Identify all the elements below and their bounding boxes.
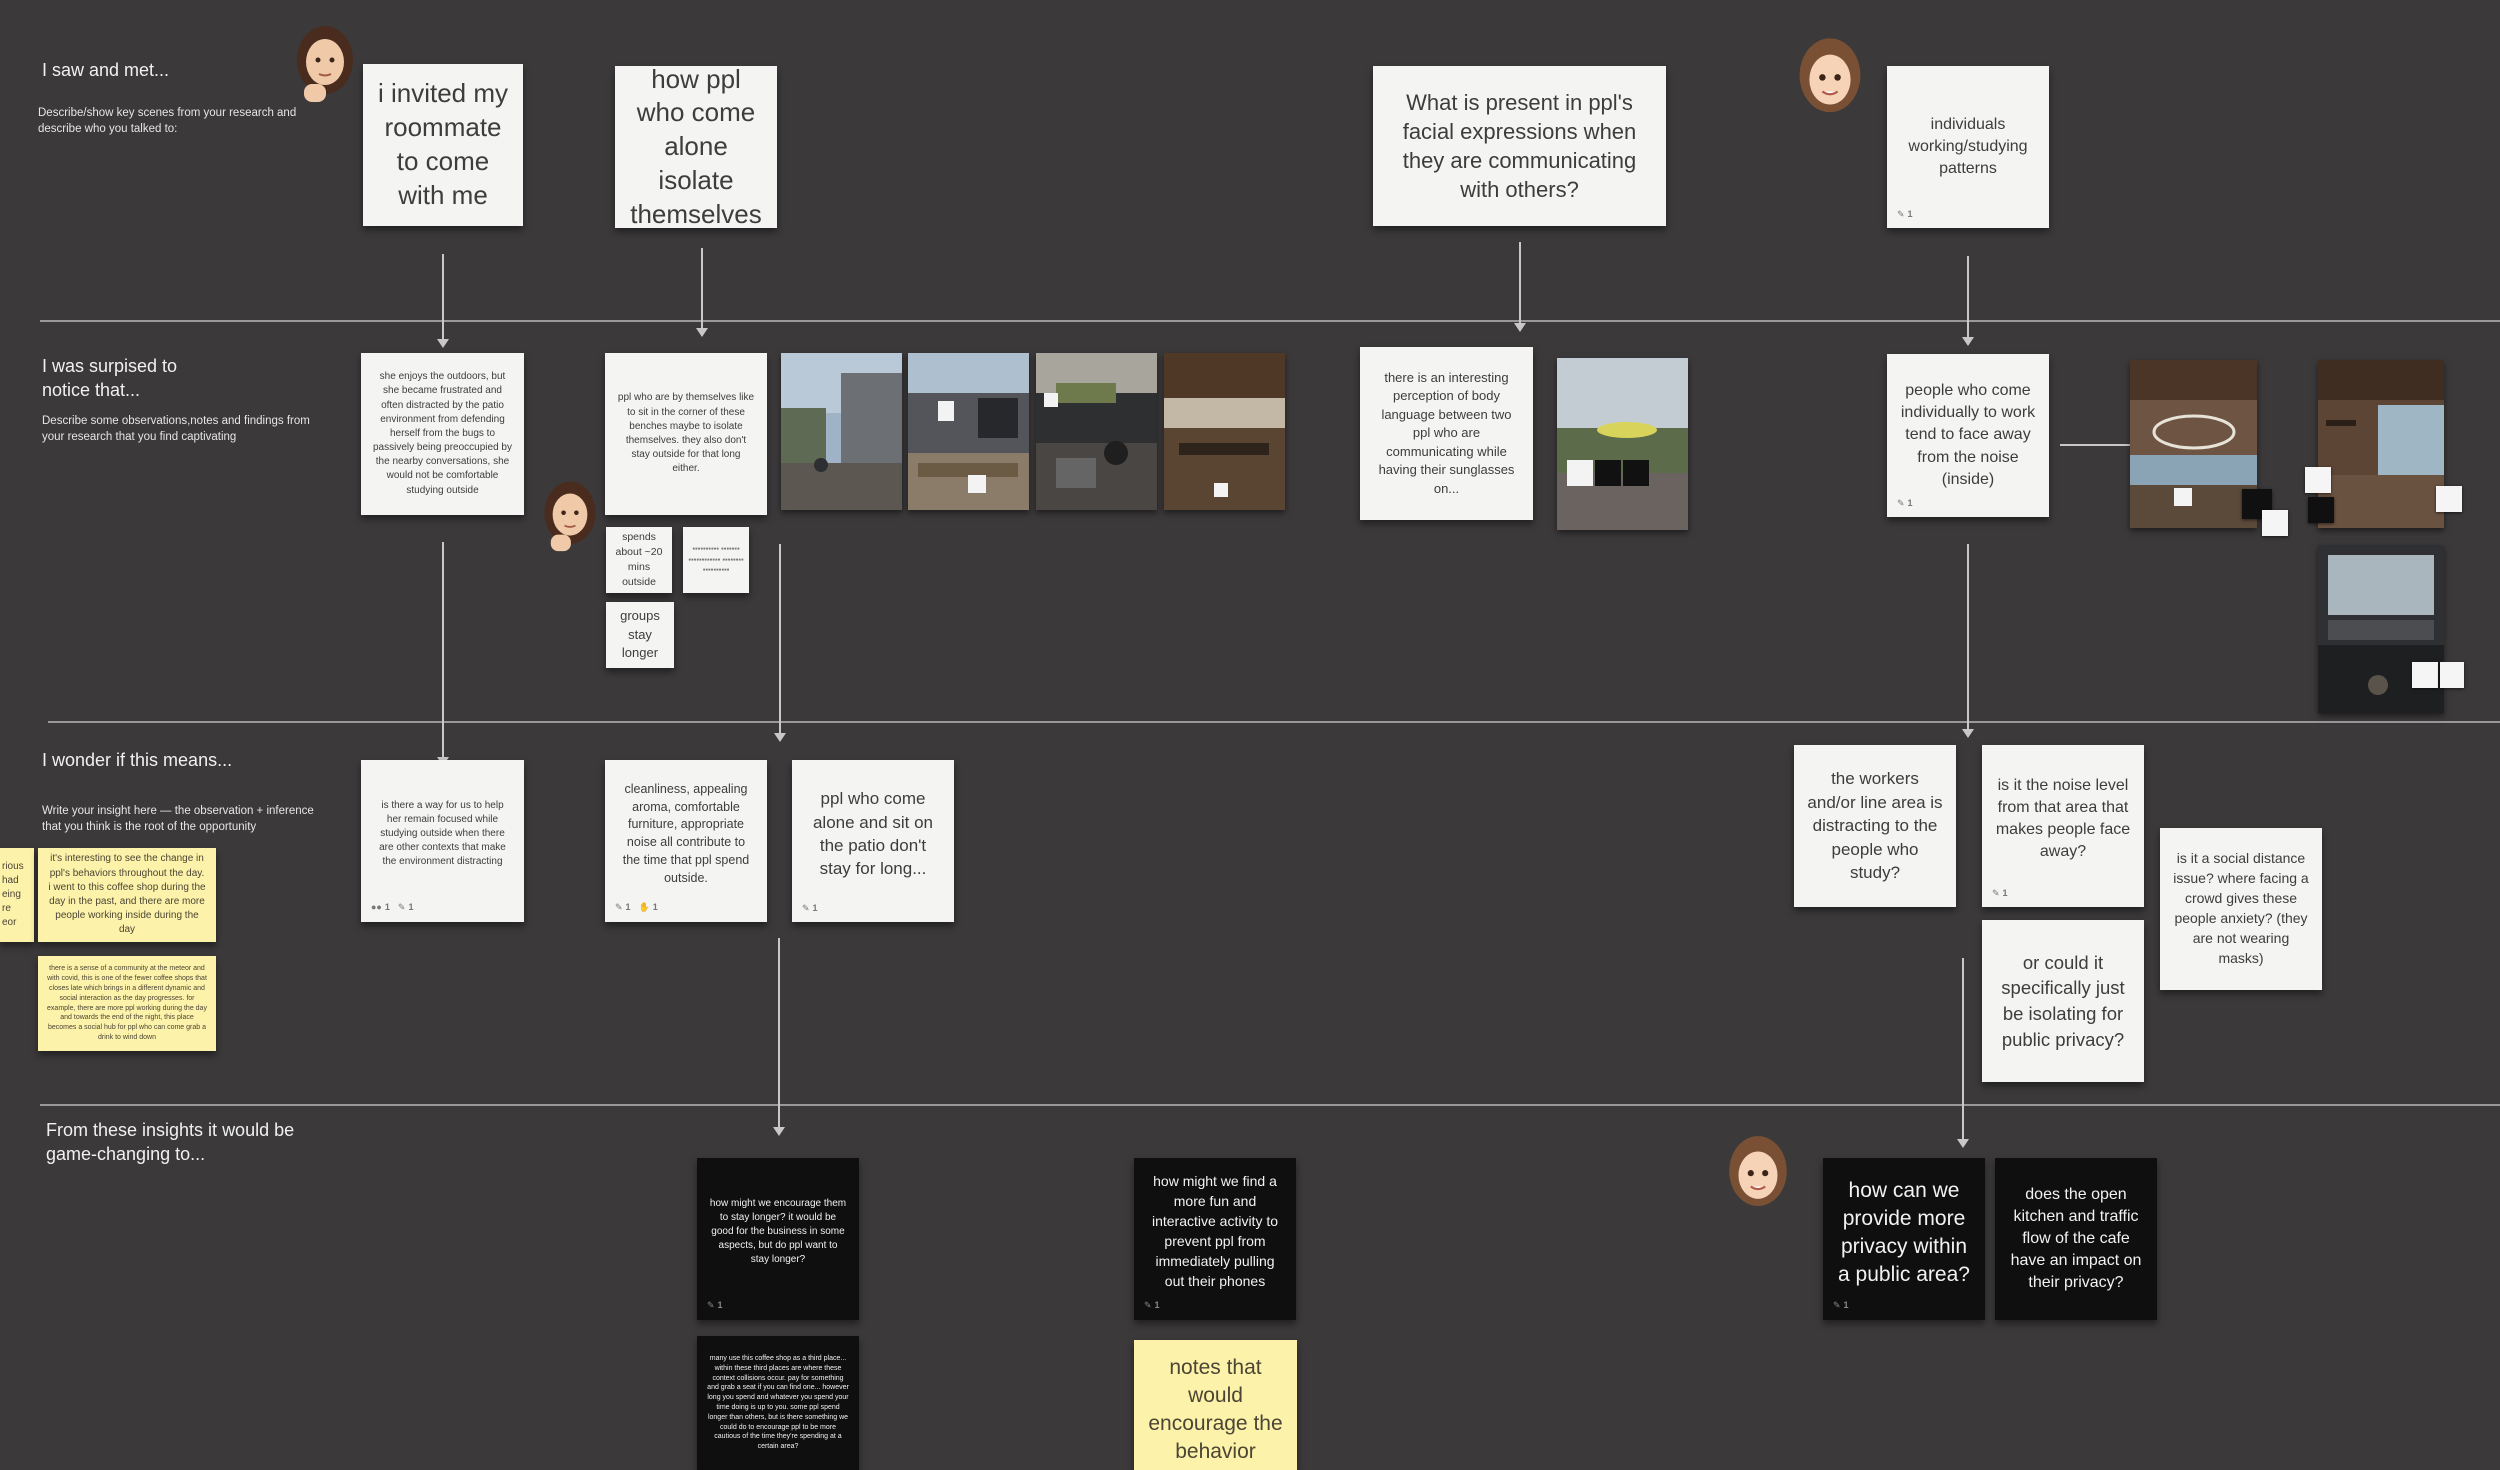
pin-icon: ✎ 1 [1992,887,2008,898]
sticky-note[interactable]: does the open kitchen and traffic flow o… [1995,1158,2157,1320]
section-desc-surprised: Describe some observations,notes and fin… [42,415,310,443]
sticky-note[interactable]: there is a sense of a community at the m… [38,956,216,1051]
research-photo[interactable] [908,353,1029,510]
sticky-note[interactable]: many use this coffee shop as a third pla… [697,1336,859,1470]
note-meta: ●● 1 ✎ 1 [371,901,413,914]
sticky-note[interactable]: What is present in ppl's facial expressi… [1373,66,1666,226]
connector-arrow [774,544,786,742]
note-meta: ✎ 1 [1144,1299,1160,1312]
mini-note [2262,510,2288,536]
research-photo[interactable] [2318,360,2444,528]
sticky-note[interactable]: i invited my roommate to come with me [363,64,523,226]
row-divider [40,1104,2500,1106]
section-desc-saw: Describe/show key scenes from your resea… [38,107,297,135]
sticky-note-text: how can we provide more privacy within a… [1838,1179,1970,1286]
sticky-note[interactable]: ppl who come alone and sit on the patio … [792,760,954,922]
connector-arrow [1514,242,1526,332]
sticky-note-text: how might we find a more fun and interac… [1151,1173,1279,1289]
pin-icon: ✎ 1 [1833,1300,1849,1311]
row-divider [48,721,2500,723]
pin-icon: ✎ 1 [615,902,631,913]
sticky-note-text: ▪▪▪▪▪▪▪▪▪▪ ▪▪▪▪▪▪▪ ▪▪▪▪▪▪▪▪▪▪▪▪ ▪▪▪▪▪▪▪▪… [688,544,744,575]
row-divider [40,320,2500,322]
sticky-note[interactable]: is it the noise level from that area tha… [1982,745,2144,907]
mini-note [2308,497,2334,523]
sticky-note[interactable]: there is an interesting perception of bo… [1360,347,1533,520]
research-photo[interactable] [1036,353,1157,510]
connector-arrow [1957,958,1969,1148]
note-meta: ✎ 1 [707,1299,723,1312]
sticky-note[interactable]: is it a social distance issue? where fac… [2160,828,2322,990]
whiteboard-canvas[interactable]: I saw and met... Describe/show key scene… [0,0,2500,1470]
sticky-note[interactable]: individuals working/studying patterns ✎ … [1887,66,2049,228]
section-title-saw: I saw and met... [42,60,170,80]
sticky-note[interactable]: how ppl who come alone isolate themselve… [615,66,777,228]
research-photo[interactable] [1557,358,1688,530]
sticky-note[interactable]: groups stay longer [606,602,674,668]
sticky-note[interactable]: spends about ~20 mins outside [606,527,672,593]
sticky-note-text: people who come individually to work ten… [1900,382,2036,488]
connector-arrow [1962,544,1974,738]
note-meta: ✎ 1 [1897,497,1913,509]
sticky-note-partial[interactable]: rious had eing re eor [0,848,34,942]
sticky-note-text: is there a way for us to help her remain… [379,799,506,868]
pin-icon: ✎ 1 [1897,497,1913,508]
pin-icon: ✎ 1 [802,902,818,913]
sticky-note[interactable]: how can we provide more privacy within a… [1823,1158,1985,1320]
sticky-note[interactable]: notes that would encourage the behavior [1134,1340,1297,1470]
avatar-icon [1722,1132,1794,1226]
sticky-note-text: how might we encourage them to stay long… [709,1197,847,1266]
mini-note [2412,662,2438,688]
eyes-icon: ●● 1 [371,902,390,913]
avatar-icon [290,22,360,108]
sticky-note[interactable]: cleanliness, appealing aroma, comfortabl… [605,760,767,922]
sticky-note[interactable]: is there a way for us to help her remain… [361,760,524,922]
note-meta: ✎ 1 [1833,1300,1849,1312]
pin-icon: ✎ 1 [1144,1300,1160,1311]
note-meta: ✎ 1 [1897,208,1913,220]
mini-note [2436,486,2462,512]
sticky-note[interactable]: it's interesting to see the change in pp… [38,848,216,942]
mini-note [2440,662,2464,688]
sticky-note[interactable]: ▪▪▪▪▪▪▪▪▪▪ ▪▪▪▪▪▪▪ ▪▪▪▪▪▪▪▪▪▪▪▪ ▪▪▪▪▪▪▪▪… [683,527,749,593]
section-title-surprised: I was surpised to notice that... [42,356,178,401]
pin-icon: ✎ 1 [397,902,414,913]
sticky-note-text: cleanliness, appealing aroma, comfortabl… [622,781,750,885]
research-photo[interactable] [781,353,902,510]
mini-note [2305,467,2331,493]
sticky-note-text: ppl who come alone and sit on the patio … [812,789,934,879]
sticky-note[interactable]: she enjoys the outdoors, but she became … [361,353,524,515]
sticky-note[interactable]: how might we encourage them to stay long… [697,1158,859,1320]
note-meta: ✎ 1 [1992,887,2008,899]
sticky-note[interactable]: people who come individually to work ten… [1887,354,2049,517]
connector-line [2060,444,2130,446]
note-meta: ✎ 1 ✋ 1 [615,901,658,914]
sticky-note[interactable]: ppl who are by themselves like to sit in… [605,353,767,515]
connector-arrow [1962,256,1974,346]
connector-arrow [773,938,785,1136]
connector-arrow [437,542,449,766]
sticky-note-text: is it the noise level from that area tha… [1995,776,2131,861]
sticky-note[interactable]: the workers and/or line area is distract… [1794,745,1956,907]
connector-arrow [437,254,449,348]
avatar-icon [1792,34,1868,132]
research-photo[interactable] [1164,353,1285,510]
section-desc-wonder: Write your insight here — the observatio… [42,805,314,833]
sticky-note[interactable]: or could it specifically just be isolati… [1982,920,2144,1082]
thumbs-up-icon: ✋ 1 [638,902,658,913]
note-meta: ✎ 1 [802,902,818,914]
pin-icon: ✎ 1 [707,1300,723,1311]
pin-icon: ✎ 1 [1897,208,1913,219]
connector-arrow [696,248,708,337]
research-photo[interactable] [2130,360,2257,528]
sticky-note-text: individuals working/studying patterns [1908,115,2028,178]
sticky-note[interactable]: how might we find a more fun and interac… [1134,1158,1296,1320]
section-title-wonder: I wonder if this means... [42,750,233,770]
avatar-icon [538,478,602,560]
section-title-game-changing: From these insights it would be game-cha… [46,1120,295,1165]
